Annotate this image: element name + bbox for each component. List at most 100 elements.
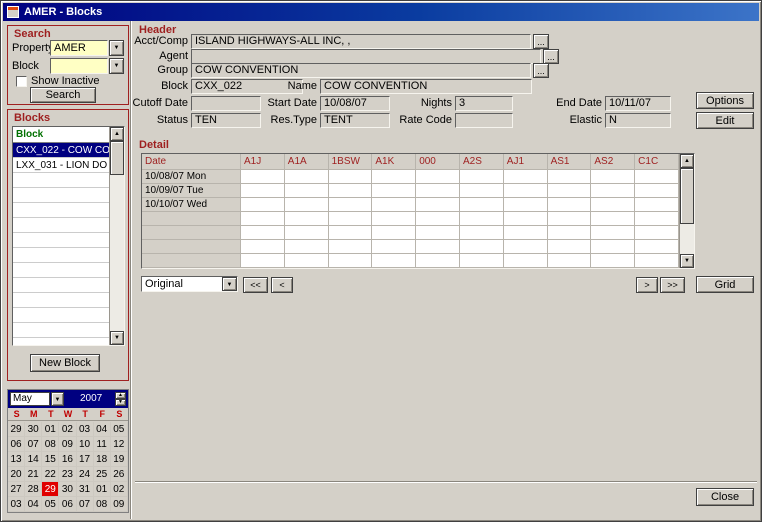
scroll-up-button[interactable]: ▲ [680, 154, 694, 168]
detail-cell[interactable] [460, 240, 504, 254]
agent-lov-button[interactable]: ... [543, 49, 559, 64]
block-list-empty-row[interactable] [13, 293, 109, 308]
block-code-field[interactable]: CXX_022 [191, 79, 303, 94]
detail-cell[interactable] [372, 170, 416, 184]
detail-cell[interactable] [329, 226, 373, 240]
detail-cell[interactable] [241, 254, 285, 268]
calendar-day[interactable]: 29 [42, 482, 59, 497]
detail-cell[interactable] [329, 254, 373, 268]
calendar-day[interactable]: 01 [94, 482, 111, 497]
block-list-empty-row[interactable] [13, 188, 109, 203]
detail-cell[interactable] [241, 198, 285, 212]
calendar-day[interactable]: 04 [25, 497, 42, 512]
block-list-empty-row[interactable] [13, 308, 109, 323]
show-inactive-checkbox[interactable] [16, 76, 27, 87]
detail-cell[interactable] [416, 254, 460, 268]
detail-cell[interactable] [285, 240, 329, 254]
detail-cell[interactable] [548, 240, 592, 254]
detail-cell[interactable] [591, 226, 635, 240]
calendar-day[interactable]: 10 [77, 437, 94, 452]
detail-cell[interactable] [329, 240, 373, 254]
detail-cell[interactable] [635, 198, 679, 212]
calendar-day[interactable]: 06 [59, 497, 76, 512]
property-dropdown-button[interactable]: ▼ [109, 40, 124, 56]
block-list-empty-row[interactable] [13, 203, 109, 218]
detail-cell[interactable] [460, 212, 504, 226]
detail-cell[interactable] [548, 184, 592, 198]
calendar-day[interactable]: 19 [111, 452, 128, 467]
detail-cell[interactable] [635, 170, 679, 184]
calendar-day[interactable]: 25 [94, 467, 111, 482]
calendar-day[interactable]: 07 [25, 437, 42, 452]
calendar-day[interactable]: 15 [42, 452, 59, 467]
detail-table-scrollbar[interactable]: ▲ ▼ [679, 154, 694, 268]
detail-cell[interactable] [241, 184, 285, 198]
calendar-day[interactable]: 05 [42, 497, 59, 512]
detail-cell[interactable] [591, 170, 635, 184]
detail-cell[interactable] [504, 240, 548, 254]
calendar-day[interactable]: 21 [25, 467, 42, 482]
block-list-empty-row[interactable] [13, 173, 109, 188]
start-date-field[interactable]: 10/08/07 [320, 96, 390, 111]
calendar-day[interactable]: 16 [59, 452, 76, 467]
detail-cell[interactable] [416, 184, 460, 198]
calendar-day[interactable]: 01 [42, 422, 59, 437]
block-list-empty-row[interactable] [13, 218, 109, 233]
detail-cell[interactable] [635, 184, 679, 198]
detail-cell[interactable] [372, 212, 416, 226]
detail-cell[interactable] [591, 240, 635, 254]
block-list-empty-row[interactable] [13, 338, 109, 345]
block-list-item[interactable]: CXX_022 - COW CONVEN [13, 143, 109, 158]
detail-cell[interactable] [548, 226, 592, 240]
nights-field[interactable]: 3 [455, 96, 513, 111]
nav-next-button[interactable]: > [636, 277, 658, 293]
calendar-day[interactable]: 28 [25, 482, 42, 497]
calendar-day[interactable]: 13 [8, 452, 25, 467]
block-list-empty-row[interactable] [13, 278, 109, 293]
year-down-button[interactable]: ▼ [115, 399, 126, 406]
scroll-down-button[interactable]: ▼ [110, 331, 124, 345]
detail-cell[interactable] [460, 198, 504, 212]
detail-cell[interactable] [285, 170, 329, 184]
block-list-empty-row[interactable] [13, 233, 109, 248]
calendar-day[interactable]: 20 [8, 467, 25, 482]
group-lov-button[interactable]: ... [533, 63, 549, 78]
detail-cell[interactable] [329, 170, 373, 184]
property-input[interactable]: AMER [50, 40, 108, 56]
calendar-day[interactable]: 23 [59, 467, 76, 482]
block-dropdown-button[interactable]: ▼ [109, 58, 124, 74]
detail-cell[interactable] [460, 184, 504, 198]
scroll-thumb[interactable] [110, 141, 124, 175]
block-list-empty-row[interactable] [13, 248, 109, 263]
detail-cell[interactable] [329, 212, 373, 226]
calendar-day[interactable]: 27 [8, 482, 25, 497]
calendar-day[interactable]: 09 [111, 497, 128, 512]
calendar-day[interactable]: 24 [77, 467, 94, 482]
calendar-day[interactable]: 12 [111, 437, 128, 452]
year-up-button[interactable]: ▲ [115, 392, 126, 399]
edit-button[interactable]: Edit [696, 112, 754, 129]
block-input[interactable] [50, 58, 108, 74]
new-block-button[interactable]: New Block [30, 354, 100, 372]
calendar-day[interactable]: 31 [77, 482, 94, 497]
detail-cell[interactable] [285, 254, 329, 268]
detail-cell[interactable] [416, 170, 460, 184]
options-button[interactable]: Options [696, 92, 754, 109]
detail-cell[interactable] [635, 254, 679, 268]
calendar-day[interactable]: 03 [77, 422, 94, 437]
detail-cell[interactable] [372, 240, 416, 254]
scroll-down-button[interactable]: ▼ [680, 254, 694, 268]
detail-cell[interactable] [591, 198, 635, 212]
scroll-thumb[interactable] [680, 168, 694, 224]
calendar-day[interactable]: 29 [8, 422, 25, 437]
calendar-day[interactable]: 11 [94, 437, 111, 452]
nav-last-button[interactable]: >> [660, 277, 685, 293]
calendar-day[interactable]: 05 [111, 422, 128, 437]
group-field[interactable]: COW CONVENTION [191, 63, 531, 78]
detail-cell[interactable] [416, 240, 460, 254]
name-field[interactable]: COW CONVENTION [320, 79, 532, 94]
calendar-day[interactable]: 14 [25, 452, 42, 467]
blocks-list-scrollbar[interactable]: ▲ ▼ [109, 127, 124, 345]
block-list-empty-row[interactable] [13, 263, 109, 278]
calendar-day[interactable]: 08 [42, 437, 59, 452]
